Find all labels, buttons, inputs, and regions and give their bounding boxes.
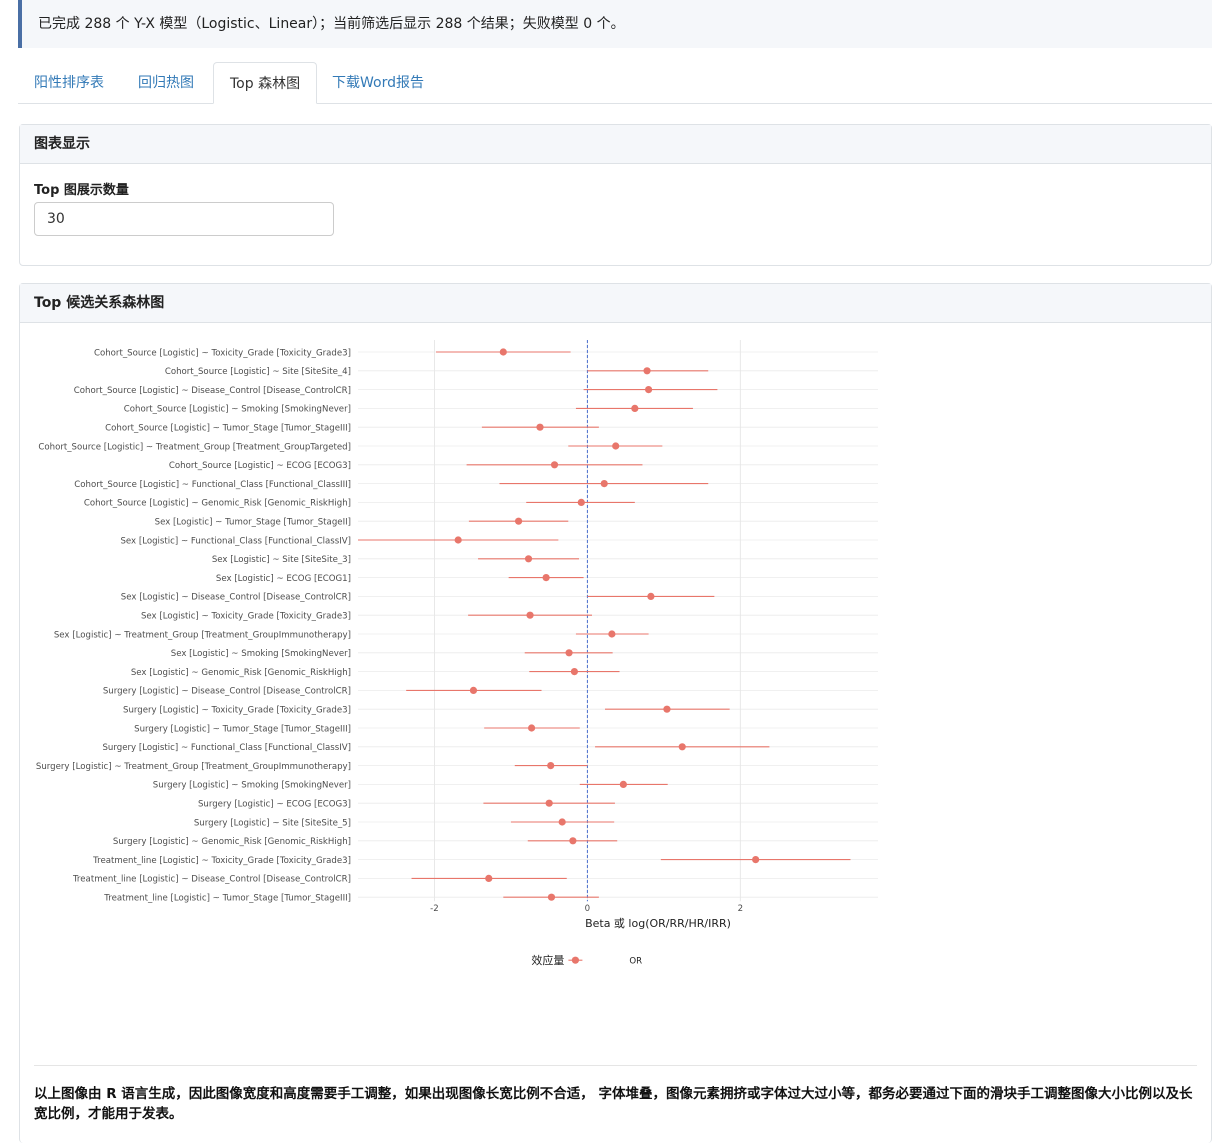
estimate-point	[547, 762, 555, 770]
row-label: Treatment_line [Logistic] ~ Disease_Cont…	[72, 875, 351, 885]
estimate-point	[619, 780, 627, 788]
estimate-point	[565, 649, 573, 657]
tab-positive-ranking[interactable]: 阳性排序表	[18, 62, 120, 104]
row-label: Sex [Logistic] ~ Genomic_Risk [Genomic_R…	[131, 668, 351, 678]
row-label: Cohort_Source [Logistic] ~ Toxicity_Grad…	[94, 348, 351, 358]
row-label: Surgery [Logistic] ~ Genomic_Risk [Genom…	[113, 837, 351, 847]
row-label: Surgery [Logistic] ~ Treatment_Group [Tr…	[36, 762, 351, 772]
row-label: Cohort_Source [Logistic] ~ ECOG [ECOG3]	[169, 461, 351, 471]
row-label: Sex [Logistic] ~ Site [SiteSite_3]	[212, 555, 351, 565]
tab-bar: 阳性排序表 回归热图 Top 森林图 下载Word报告	[18, 62, 1212, 104]
row-label: Sex [Logistic] ~ ECOG [ECOG1]	[216, 574, 351, 584]
forest-plot-title: Top 候选关系森林图	[20, 284, 1211, 323]
estimate-point	[542, 574, 550, 582]
row-label: Sex [Logistic] ~ Toxicity_Grade [Toxicit…	[141, 612, 351, 622]
estimate-point	[663, 705, 671, 713]
estimate-point	[569, 837, 577, 845]
top-n-label: Top 图展示数量	[34, 183, 129, 198]
estimate-point	[752, 856, 760, 864]
row-label: Sex [Logistic] ~ Smoking [SmokingNever]	[171, 649, 351, 659]
estimate-point	[454, 536, 462, 544]
estimate-point	[550, 461, 559, 469]
estimate-point	[524, 555, 533, 563]
row-label: Cohort_Source [Logistic] ~ Genomic_Risk …	[84, 499, 351, 509]
estimate-point	[570, 668, 579, 676]
legend-key-point	[571, 956, 580, 964]
row-label: Cohort_Source [Logistic] ~ Tumor_Stage […	[105, 424, 351, 434]
forest-plot-card: Top 候选关系森林图 Cohort_Source [Logistic] ~ T…	[19, 283, 1212, 1143]
divider	[34, 1065, 1197, 1066]
estimate-point	[600, 480, 608, 488]
row-label: Cohort_Source [Logistic] ~ Treatment_Gro…	[38, 442, 351, 452]
estimate-point	[545, 799, 553, 807]
row-label: Surgery [Logistic] ~ Functional_Class [F…	[102, 743, 351, 753]
estimate-point	[643, 367, 651, 375]
tab-download-word-report[interactable]: 下载Word报告	[316, 62, 440, 104]
row-label: Sex [Logistic] ~ Tumor_Stage [Tumor_Stag…	[155, 518, 351, 528]
estimate-point	[469, 686, 478, 694]
row-label: Treatment_line [Logistic] ~ Toxicity_Gra…	[92, 856, 351, 866]
estimate-point	[547, 893, 556, 901]
estimate-point	[485, 874, 493, 883]
row-label: Sex [Logistic] ~ Disease_Control [Diseas…	[121, 593, 351, 603]
row-label: Surgery [Logistic] ~ Tumor_Stage [Tumor_…	[134, 724, 351, 734]
row-label: Surgery [Logistic] ~ Smoking [SmokingNev…	[153, 781, 351, 791]
row-label: Surgery [Logistic] ~ ECOG [ECOG3]	[198, 800, 351, 810]
tab-top-forest-plot[interactable]: Top 森林图	[213, 62, 318, 104]
estimate-point	[536, 423, 544, 431]
x-tick-label: 0	[585, 904, 590, 914]
estimate-point	[612, 442, 620, 450]
estimate-point	[558, 818, 566, 826]
estimate-point	[678, 743, 686, 751]
row-label: Surgery [Logistic] ~ Toxicity_Grade [Tox…	[123, 706, 351, 716]
estimate-point	[577, 498, 585, 506]
x-tick-label: -2	[430, 904, 439, 914]
estimate-point	[526, 611, 534, 619]
estimate-point	[644, 386, 653, 394]
row-label: Surgery [Logistic] ~ Disease_Control [Di…	[103, 687, 351, 697]
row-label: Treatment_line [Logistic] ~ Tumor_Stage …	[103, 894, 351, 904]
row-label: Cohort_Source [Logistic] ~ Site [SiteSit…	[165, 367, 351, 377]
x-axis-title: Beta 或 log(OR/RR/HR/IRR)	[585, 917, 731, 930]
display-settings-title: 图表显示	[20, 125, 1211, 164]
row-label: Cohort_Source [Logistic] ~ Disease_Contr…	[74, 386, 351, 396]
estimate-point	[499, 348, 507, 356]
row-label: Cohort_Source [Logistic] ~ Functional_Cl…	[74, 480, 351, 490]
legend-entry: OR	[629, 957, 642, 967]
row-label: Surgery [Logistic] ~ Site [SiteSite_5]	[194, 818, 351, 828]
estimate-point	[527, 724, 536, 732]
display-settings-card: 图表显示 Top 图展示数量	[19, 124, 1212, 266]
status-alert: 已完成 288 个 Y-X 模型（Logistic、Linear）；当前筛选后显…	[18, 0, 1212, 48]
top-n-input[interactable]	[34, 202, 334, 236]
estimate-point	[631, 404, 639, 412]
estimate-point	[514, 517, 523, 525]
tab-regression-heatmap[interactable]: 回归热图	[122, 62, 210, 104]
row-label: Sex [Logistic] ~ Functional_Class [Funct…	[120, 536, 351, 546]
row-label: Sex [Logistic] ~ Treatment_Group [Treatm…	[54, 630, 351, 640]
row-label: Cohort_Source [Logistic] ~ Smoking [Smok…	[124, 405, 351, 415]
estimate-point	[647, 592, 655, 600]
estimate-point	[608, 630, 616, 638]
x-tick-label: 2	[738, 904, 743, 914]
status-message: 已完成 288 个 Y-X 模型（Logistic、Linear）；当前筛选后显…	[38, 16, 625, 32]
forest-plot-chart: Cohort_Source [Logistic] ~ Toxicity_Grad…	[36, 340, 878, 967]
legend-title: 效应量	[531, 953, 564, 967]
resize-note: 以上图像由 R 语言生成，因此图像宽度和高度需要手工调整，如果出现图像长宽比例不…	[34, 1086, 1193, 1122]
